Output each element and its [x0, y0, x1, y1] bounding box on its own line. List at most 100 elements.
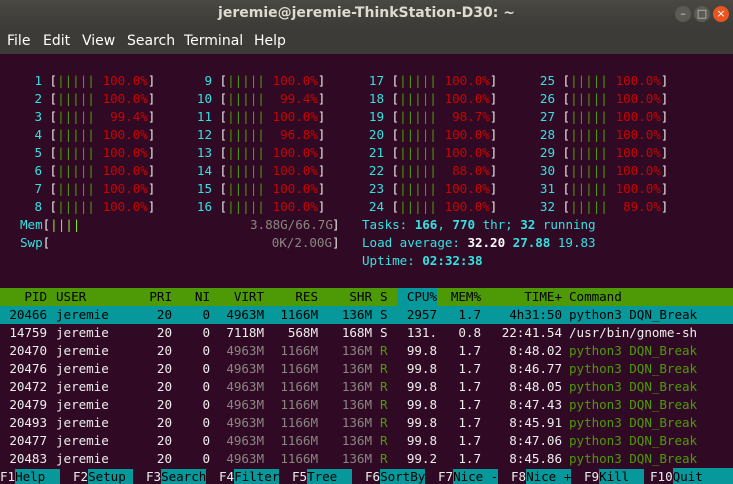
meter-bracket: [ — [391, 91, 400, 106]
meter-bracket: [ — [219, 91, 228, 106]
column-header-time[interactable]: TIME+ — [488, 288, 562, 306]
cell-s: S — [380, 307, 388, 322]
close-button[interactable]: × — [713, 6, 729, 22]
cell-res: 1166M — [280, 343, 318, 358]
cpu-percent: 100.0% — [444, 127, 490, 142]
table-row[interactable]: 14759 jeremie 20 0 7118M 568M 168M S 131. 0.8 22:4… — [0, 324, 733, 342]
cell-user: jeremie — [56, 361, 109, 376]
meter-bracket: [ — [49, 73, 58, 88]
meter-bracket: ] — [489, 163, 498, 178]
cpu-meter: 22 [||||| 88.0%] — [362, 162, 497, 180]
menu-search[interactable]: Search — [127, 33, 175, 49]
cell-cpu: 99.8 — [406, 361, 437, 376]
cpu-bars: ||||| — [570, 109, 608, 124]
window-titlebar[interactable]: jeremie@jeremie-ThinkStation-D30: ~ – □ … — [0, 0, 733, 28]
column-header-pid[interactable]: PID — [0, 288, 47, 306]
cpu-percent: 100.0% — [444, 91, 490, 106]
cell-pri: 20 — [156, 307, 172, 322]
cpu-bars: ||||| — [399, 73, 437, 88]
cell-user: jeremie — [56, 451, 109, 466]
cell-cmd: /usr/bin/gnome-sh — [569, 325, 698, 340]
meter-bracket: [ — [219, 199, 228, 214]
column-header-user[interactable]: USER — [56, 288, 136, 306]
cell-s: R — [380, 433, 388, 448]
fkey-f9[interactable]: F9Kill — [584, 468, 645, 484]
column-header-ni[interactable]: NI — [180, 288, 210, 306]
fkey-f5[interactable]: F5Tree — [292, 468, 353, 484]
table-row[interactable]: 20483 jeremie 20 0 4963M 1166M 136M R 99.2 1.7 8:4… — [0, 450, 733, 468]
cpu-id: 23 — [368, 181, 384, 196]
cell-time: 22:41.54 — [501, 325, 562, 340]
fkey-f10[interactable]: F10Quit — [650, 468, 733, 484]
meter-bracket: ] — [147, 145, 156, 160]
meter-bracket: [ — [219, 181, 228, 196]
process-table-header[interactable]: PID USER PRI NI VIRT RES SHR S CPU% MEM% TIME+ Comm… — [0, 288, 733, 306]
cpu-meter: 2 [||||| 100.0%] — [20, 90, 155, 108]
fkey-f6[interactable]: F6SortBy — [365, 468, 425, 484]
cpu-id: 25 — [539, 73, 555, 88]
cell-pri: 20 — [156, 415, 172, 430]
meter-bracket: [ — [219, 109, 228, 124]
cpu-bars: ||||| — [570, 145, 608, 160]
fkey-f1[interactable]: F1Help — [0, 468, 61, 484]
table-row[interactable]: 20476 jeremie 20 0 4963M 1166M 136M R 99.8 1.7 8:4… — [0, 360, 733, 378]
cpu-meter: 14 [||||| 100.0%] — [190, 162, 325, 180]
column-header-mem[interactable]: MEM% — [443, 288, 481, 306]
fkey-f2[interactable]: F2Setup — [73, 468, 134, 484]
cpu-bars: ||||| — [399, 145, 437, 160]
column-header-res[interactable]: RES — [264, 288, 318, 306]
maximize-button[interactable]: □ — [694, 6, 710, 22]
cpu-meter: 26 [||||| 100.0%] — [533, 90, 668, 108]
meter-bracket: [ — [562, 199, 571, 214]
cpu-id: 32 — [539, 199, 555, 214]
cpu-id: 8 — [34, 199, 42, 214]
cell-s: R — [380, 415, 388, 430]
fkey-f3[interactable]: F3Search — [146, 468, 206, 484]
menu-help[interactable]: Help — [254, 33, 286, 49]
column-header-pri[interactable]: PRI — [140, 288, 172, 306]
column-header-shr[interactable]: SHR — [322, 288, 372, 306]
cell-cpu: 99.8 — [406, 397, 437, 412]
cpu-meter: 25 [||||| 100.0%] — [533, 72, 668, 90]
cell-ni: 0 — [202, 343, 210, 358]
fkey-label: Filter — [234, 469, 280, 484]
table-row[interactable]: 20466 jeremie 20 0 4963M 1166M 136M S 2957 1.7 4h3… — [0, 306, 733, 324]
column-header-virt[interactable]: VIRT — [214, 288, 264, 306]
meter-bracket: ] — [660, 145, 669, 160]
column-header-cpu[interactable]: CPU% — [397, 288, 437, 306]
minimize-button[interactable]: – — [675, 6, 691, 22]
cell-time: 8:47.43 — [509, 397, 562, 412]
cell-cpu: 131. — [406, 325, 437, 340]
cpu-bars: ||||| — [57, 73, 95, 88]
cell-pid: 20472 — [9, 379, 47, 394]
mem-value: 3.88G/66.7G — [250, 217, 333, 232]
fkey-f7[interactable]: F7Nice - — [438, 468, 498, 484]
terminal-area[interactable]: 1 [||||| 100.0%] 2 [||||| 100.0%] 3 [||||| 99… — [0, 54, 733, 484]
table-row[interactable]: 20470 jeremie 20 0 4963M 1166M 136M R 99.8 1.7 8:4… — [0, 342, 733, 360]
table-row[interactable]: 20479 jeremie 20 0 4963M 1166M 136M R 99.8 1.7 8:4… — [0, 396, 733, 414]
meter-bracket: ] — [317, 73, 326, 88]
cpu-percent: 89.0% — [623, 199, 661, 214]
meter-bracket: [ — [49, 163, 58, 178]
menu-edit[interactable]: Edit — [43, 33, 70, 49]
table-row[interactable]: 20472 jeremie 20 0 4963M 1166M 136M R 99.8 1.7 8:4… — [0, 378, 733, 396]
table-row[interactable]: 20477 jeremie 20 0 4963M 1166M 136M R 99.8 1.7 8:4… — [0, 432, 733, 450]
table-row[interactable]: 20493 jeremie 20 0 4963M 1166M 136M R 99.8 1.7 8:4… — [0, 414, 733, 432]
menu-file[interactable]: File — [7, 33, 30, 49]
cell-pri: 20 — [156, 343, 172, 358]
menu-view[interactable]: View — [82, 33, 115, 49]
meter-bracket: [ — [562, 163, 571, 178]
cell-virt: 4963M — [226, 433, 264, 448]
fkey-f8[interactable]: F8Nice + — [511, 468, 571, 484]
cell-virt: 4963M — [226, 415, 264, 430]
column-header-command[interactable]: Command — [569, 288, 733, 306]
cell-s: R — [380, 397, 388, 412]
cpu-id: 13 — [196, 145, 212, 160]
cpu-meter: 11 [||||| 100.0%] — [190, 108, 325, 126]
cpu-bars: ||||| — [399, 181, 437, 196]
fkey-number: F9 — [584, 469, 600, 484]
column-header-s[interactable]: S — [380, 288, 392, 306]
menu-terminal[interactable]: Terminal — [184, 33, 243, 49]
cpu-meter: 4 [||||| 100.0%] — [20, 126, 155, 144]
fkey-f4[interactable]: F4Filter — [219, 468, 279, 484]
